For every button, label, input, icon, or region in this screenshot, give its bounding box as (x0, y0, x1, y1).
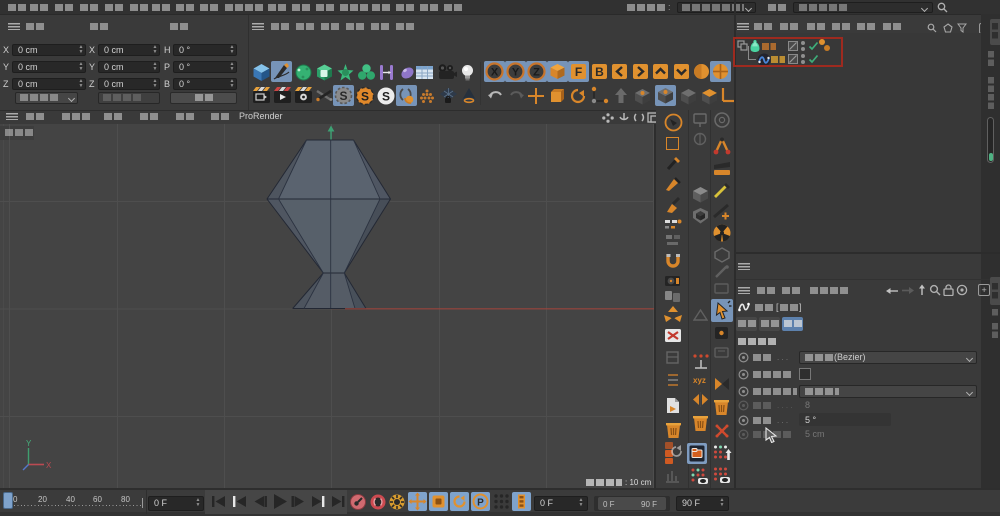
svg-text:X: X (46, 461, 52, 470)
svg-text:X: X (491, 67, 499, 79)
svg-text:Y: Y (512, 67, 520, 79)
svg-text:S: S (382, 90, 390, 104)
svg-text:S: S (361, 90, 369, 104)
svg-text:Z: Z (533, 67, 540, 79)
svg-text:P: P (477, 498, 484, 509)
svg-text:S: S (339, 89, 347, 103)
svg-text:F: F (575, 65, 582, 79)
svg-text:Y: Y (26, 439, 32, 448)
svg-text:B: B (595, 65, 604, 79)
